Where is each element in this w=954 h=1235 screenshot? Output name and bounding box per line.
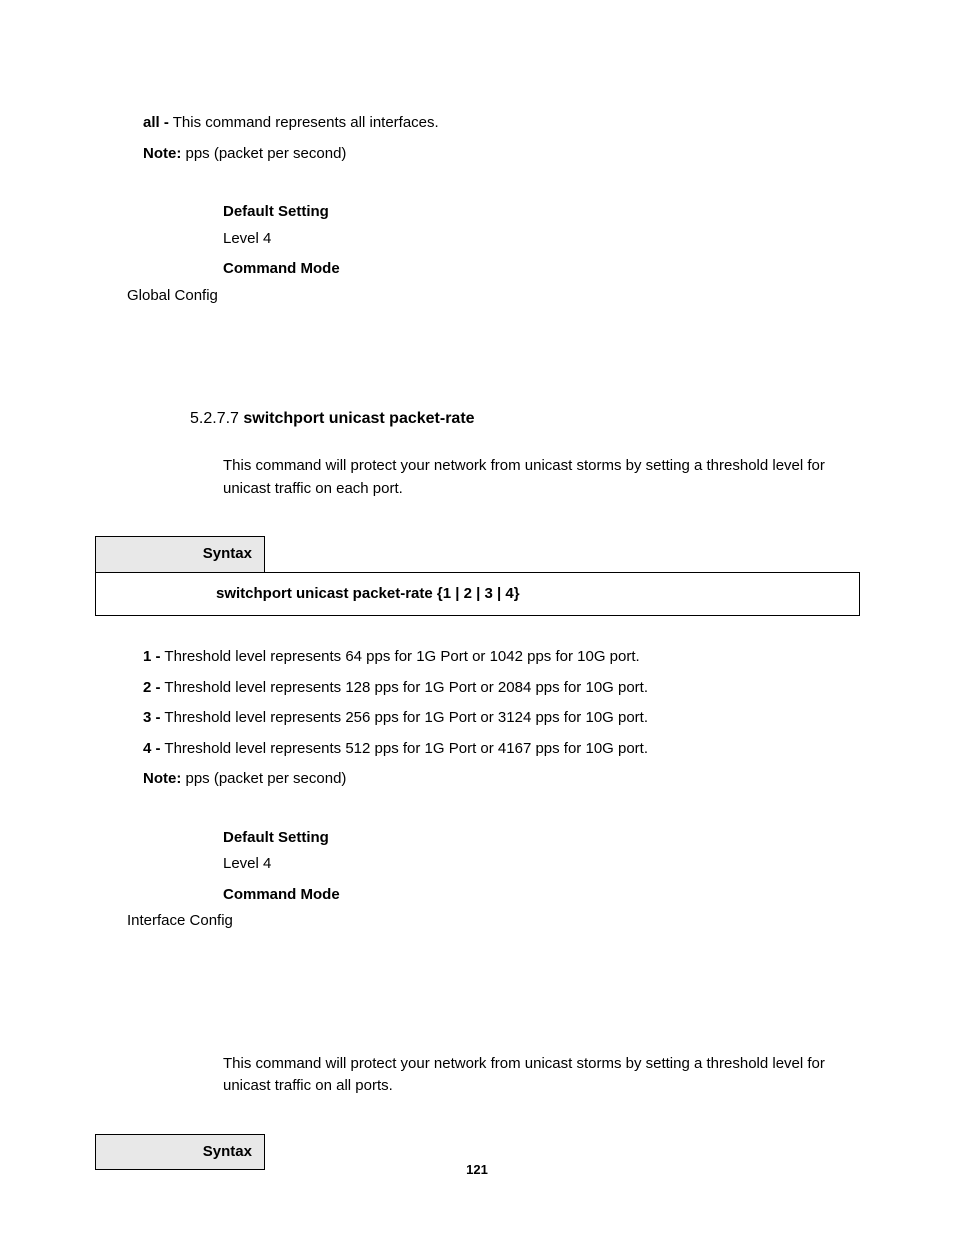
command-mode-value-2: Interface Config xyxy=(127,910,859,933)
threshold-3: 3 - Threshold level represents 256 pps f… xyxy=(143,707,859,730)
default-setting-value-2: Level 4 xyxy=(223,853,859,876)
default-setting-value: Level 4 xyxy=(223,228,859,251)
threshold-1-text: Threshold level represents 64 pps for 1G… xyxy=(161,648,640,665)
bottom-description: This command will protect your network f… xyxy=(223,1053,839,1098)
threshold-list: 1 - Threshold level represents 64 pps fo… xyxy=(143,646,859,791)
threshold-note: Note: pps (packet per second) xyxy=(143,768,859,791)
note-top: Note: pps (packet per second) xyxy=(143,143,859,166)
default-setting-label-2: Default Setting xyxy=(223,827,859,850)
section-description: This command will protect your network f… xyxy=(223,455,839,500)
section-number: 5.2.7.7 xyxy=(190,410,243,427)
threshold-note-label: Note: xyxy=(143,770,181,787)
command-mode-label-2: Command Mode xyxy=(223,884,859,907)
threshold-1-label: 1 - xyxy=(143,648,161,665)
param-all-text: This command represents all interfaces. xyxy=(169,114,439,131)
syntax-block: Syntax switchport unicast packet-rate {1… xyxy=(95,536,859,616)
threshold-4-text: Threshold level represents 512 pps for 1… xyxy=(161,740,649,757)
note-text: pps (packet per second) xyxy=(181,145,346,162)
threshold-note-text: pps (packet per second) xyxy=(181,770,346,787)
threshold-4-label: 4 - xyxy=(143,740,161,757)
param-all: all - This command represents all interf… xyxy=(143,112,859,135)
threshold-2-label: 2 - xyxy=(143,679,161,696)
syntax-tab: Syntax xyxy=(95,536,265,572)
threshold-2: 2 - Threshold level represents 128 pps f… xyxy=(143,677,859,700)
param-all-label: all - xyxy=(143,114,169,131)
threshold-3-text: Threshold level represents 256 pps for 1… xyxy=(161,709,649,726)
threshold-2-text: Threshold level represents 128 pps for 1… xyxy=(161,679,649,696)
threshold-4: 4 - Threshold level represents 512 pps f… xyxy=(143,738,859,761)
default-setting-label: Default Setting xyxy=(223,201,859,224)
page-number: 121 xyxy=(0,1160,954,1180)
syntax-command: switchport unicast packet-rate {1 | 2 | … xyxy=(95,572,860,617)
note-label: Note: xyxy=(143,145,181,162)
threshold-1: 1 - Threshold level represents 64 pps fo… xyxy=(143,646,859,669)
section-name: switchport unicast packet-rate xyxy=(243,410,474,427)
command-mode-value: Global Config xyxy=(127,285,859,308)
command-mode-label: Command Mode xyxy=(223,258,859,281)
threshold-3-label: 3 - xyxy=(143,709,161,726)
section-heading: 5.2.7.7 switchport unicast packet-rate xyxy=(190,407,859,431)
